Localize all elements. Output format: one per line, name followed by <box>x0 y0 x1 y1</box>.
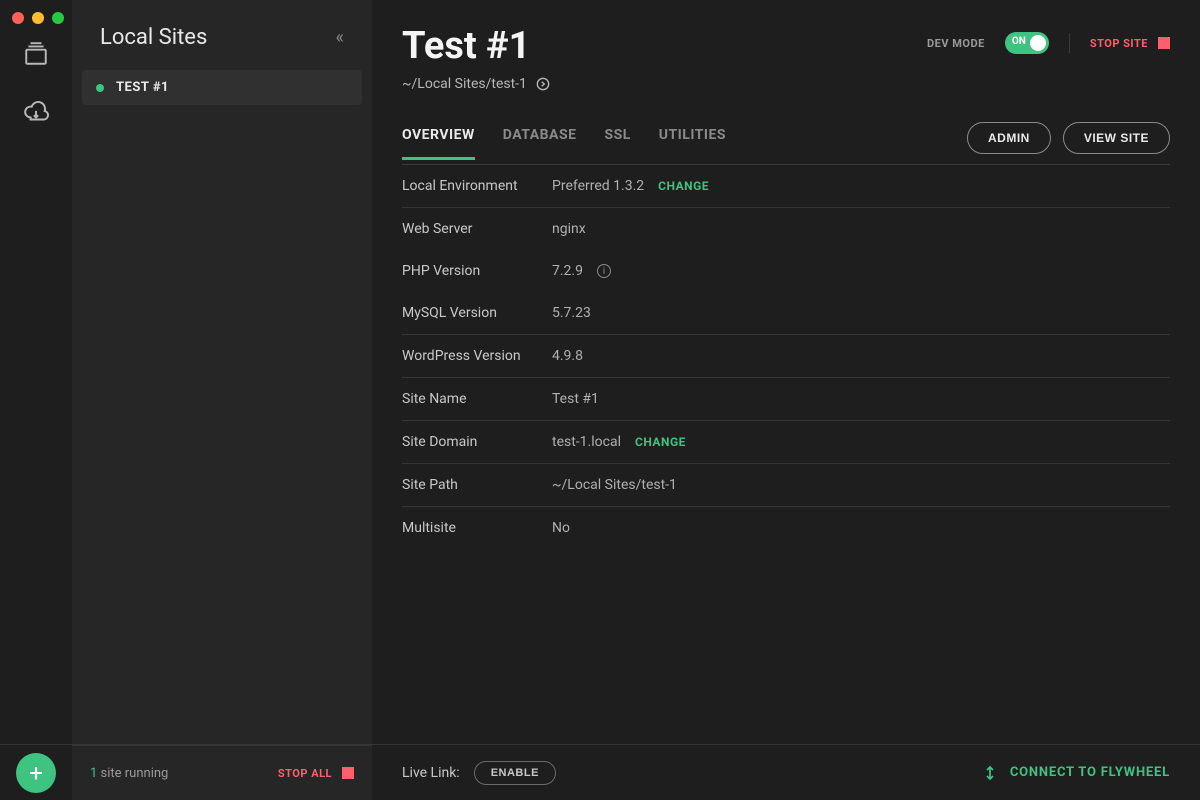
site-path-text: ~/Local Sites/test-1 <box>402 76 527 92</box>
label-wp: WordPress Version <box>402 348 552 364</box>
row-wordpress: WordPress Version 4.9.8 <box>402 335 1170 378</box>
running-text: site running <box>97 766 168 781</box>
label-site-name: Site Name <box>402 391 552 407</box>
label-multisite: Multisite <box>402 520 552 536</box>
live-link-label: Live Link: <box>402 765 460 781</box>
row-mysql: MySQL Version 5.7.23 <box>402 292 1170 335</box>
page-title: Test #1 <box>402 24 531 68</box>
label-mysql: MySQL Version <box>402 305 552 321</box>
sidebar-title: Local Sites <box>100 25 207 50</box>
connect-flywheel-button[interactable]: CONNECT TO FLYWHEEL <box>982 765 1170 781</box>
stop-all-label: STOP ALL <box>278 767 332 780</box>
footer: + 1 site running STOP ALL Live Link: ENA… <box>0 744 1200 800</box>
change-environment-link[interactable]: CHANGE <box>658 179 709 193</box>
nav-rail <box>0 0 72 744</box>
main-panel: Test #1 DEV MODE ON STOP SITE ~/Loc <box>372 0 1200 744</box>
status-dot-icon <box>96 84 104 92</box>
row-local-environment: Local Environment Preferred 1.3.2 CHANGE <box>402 165 1170 208</box>
window-traffic-lights[interactable] <box>12 12 64 24</box>
enable-live-link-button[interactable]: ENABLE <box>474 761 556 785</box>
label-site-path: Site Path <box>402 477 552 493</box>
toggle-knob-icon <box>1030 35 1046 51</box>
add-site-button[interactable]: + <box>16 753 56 793</box>
close-window-icon[interactable] <box>12 12 24 24</box>
label-php: PHP Version <box>402 263 552 279</box>
minimize-window-icon[interactable] <box>32 12 44 24</box>
sites-running-status: 1 site running <box>90 766 168 781</box>
value-local-env: Preferred 1.3.2 <box>552 178 644 194</box>
view-site-button[interactable]: VIEW SITE <box>1063 122 1170 154</box>
label-web-server: Web Server <box>402 221 552 237</box>
dev-mode-toggle[interactable]: ON <box>1005 32 1049 54</box>
value-site-domain: test-1.local <box>552 434 621 450</box>
sites-icon[interactable] <box>22 40 50 68</box>
collapse-sidebar-icon[interactable]: « <box>336 27 352 48</box>
label-local-env: Local Environment <box>402 178 552 194</box>
row-php: PHP Version 7.2.9 i <box>402 250 1170 292</box>
value-site-name: Test #1 <box>552 391 599 407</box>
cloud-icon[interactable] <box>22 98 50 126</box>
stop-site-label: STOP SITE <box>1090 37 1148 50</box>
sidebar: Local Sites « TEST #1 <box>72 0 372 744</box>
tab-utilities[interactable]: UTILITIES <box>659 127 726 160</box>
admin-button[interactable]: ADMIN <box>967 122 1051 154</box>
value-web-server: nginx <box>552 221 586 237</box>
label-site-domain: Site Domain <box>402 434 552 450</box>
stop-all-button[interactable]: STOP ALL <box>278 767 354 780</box>
value-php: 7.2.9 <box>552 263 583 279</box>
reveal-folder-icon[interactable] <box>535 76 551 92</box>
change-domain-link[interactable]: CHANGE <box>635 435 686 449</box>
value-mysql: 5.7.23 <box>552 305 591 321</box>
maximize-window-icon[interactable] <box>52 12 64 24</box>
sidebar-site-label: TEST #1 <box>116 80 169 95</box>
stop-icon <box>342 767 354 779</box>
divider <box>1069 33 1070 53</box>
row-web-server: Web Server nginx <box>402 208 1170 250</box>
tab-ssl[interactable]: SSL <box>604 127 630 160</box>
tab-overview[interactable]: OVERVIEW <box>402 127 475 160</box>
toggle-on-label: ON <box>1012 36 1026 47</box>
value-site-path: ~/Local Sites/test-1 <box>552 477 677 493</box>
value-multisite: No <box>552 520 570 536</box>
info-icon[interactable]: i <box>597 264 611 278</box>
row-site-domain: Site Domain test-1.local CHANGE <box>402 421 1170 464</box>
dev-mode-label: DEV MODE <box>927 37 985 50</box>
row-site-name: Site Name Test #1 <box>402 378 1170 421</box>
row-site-path: Site Path ~/Local Sites/test-1 <box>402 464 1170 507</box>
stop-icon <box>1158 37 1170 49</box>
tab-database[interactable]: DATABASE <box>503 127 577 160</box>
row-multisite: Multisite No <box>402 507 1170 549</box>
stop-site-button[interactable]: STOP SITE <box>1090 37 1170 50</box>
sidebar-site-item[interactable]: TEST #1 <box>82 70 362 105</box>
value-wp: 4.9.8 <box>552 348 583 364</box>
connect-flywheel-label: CONNECT TO FLYWHEEL <box>1010 765 1170 780</box>
